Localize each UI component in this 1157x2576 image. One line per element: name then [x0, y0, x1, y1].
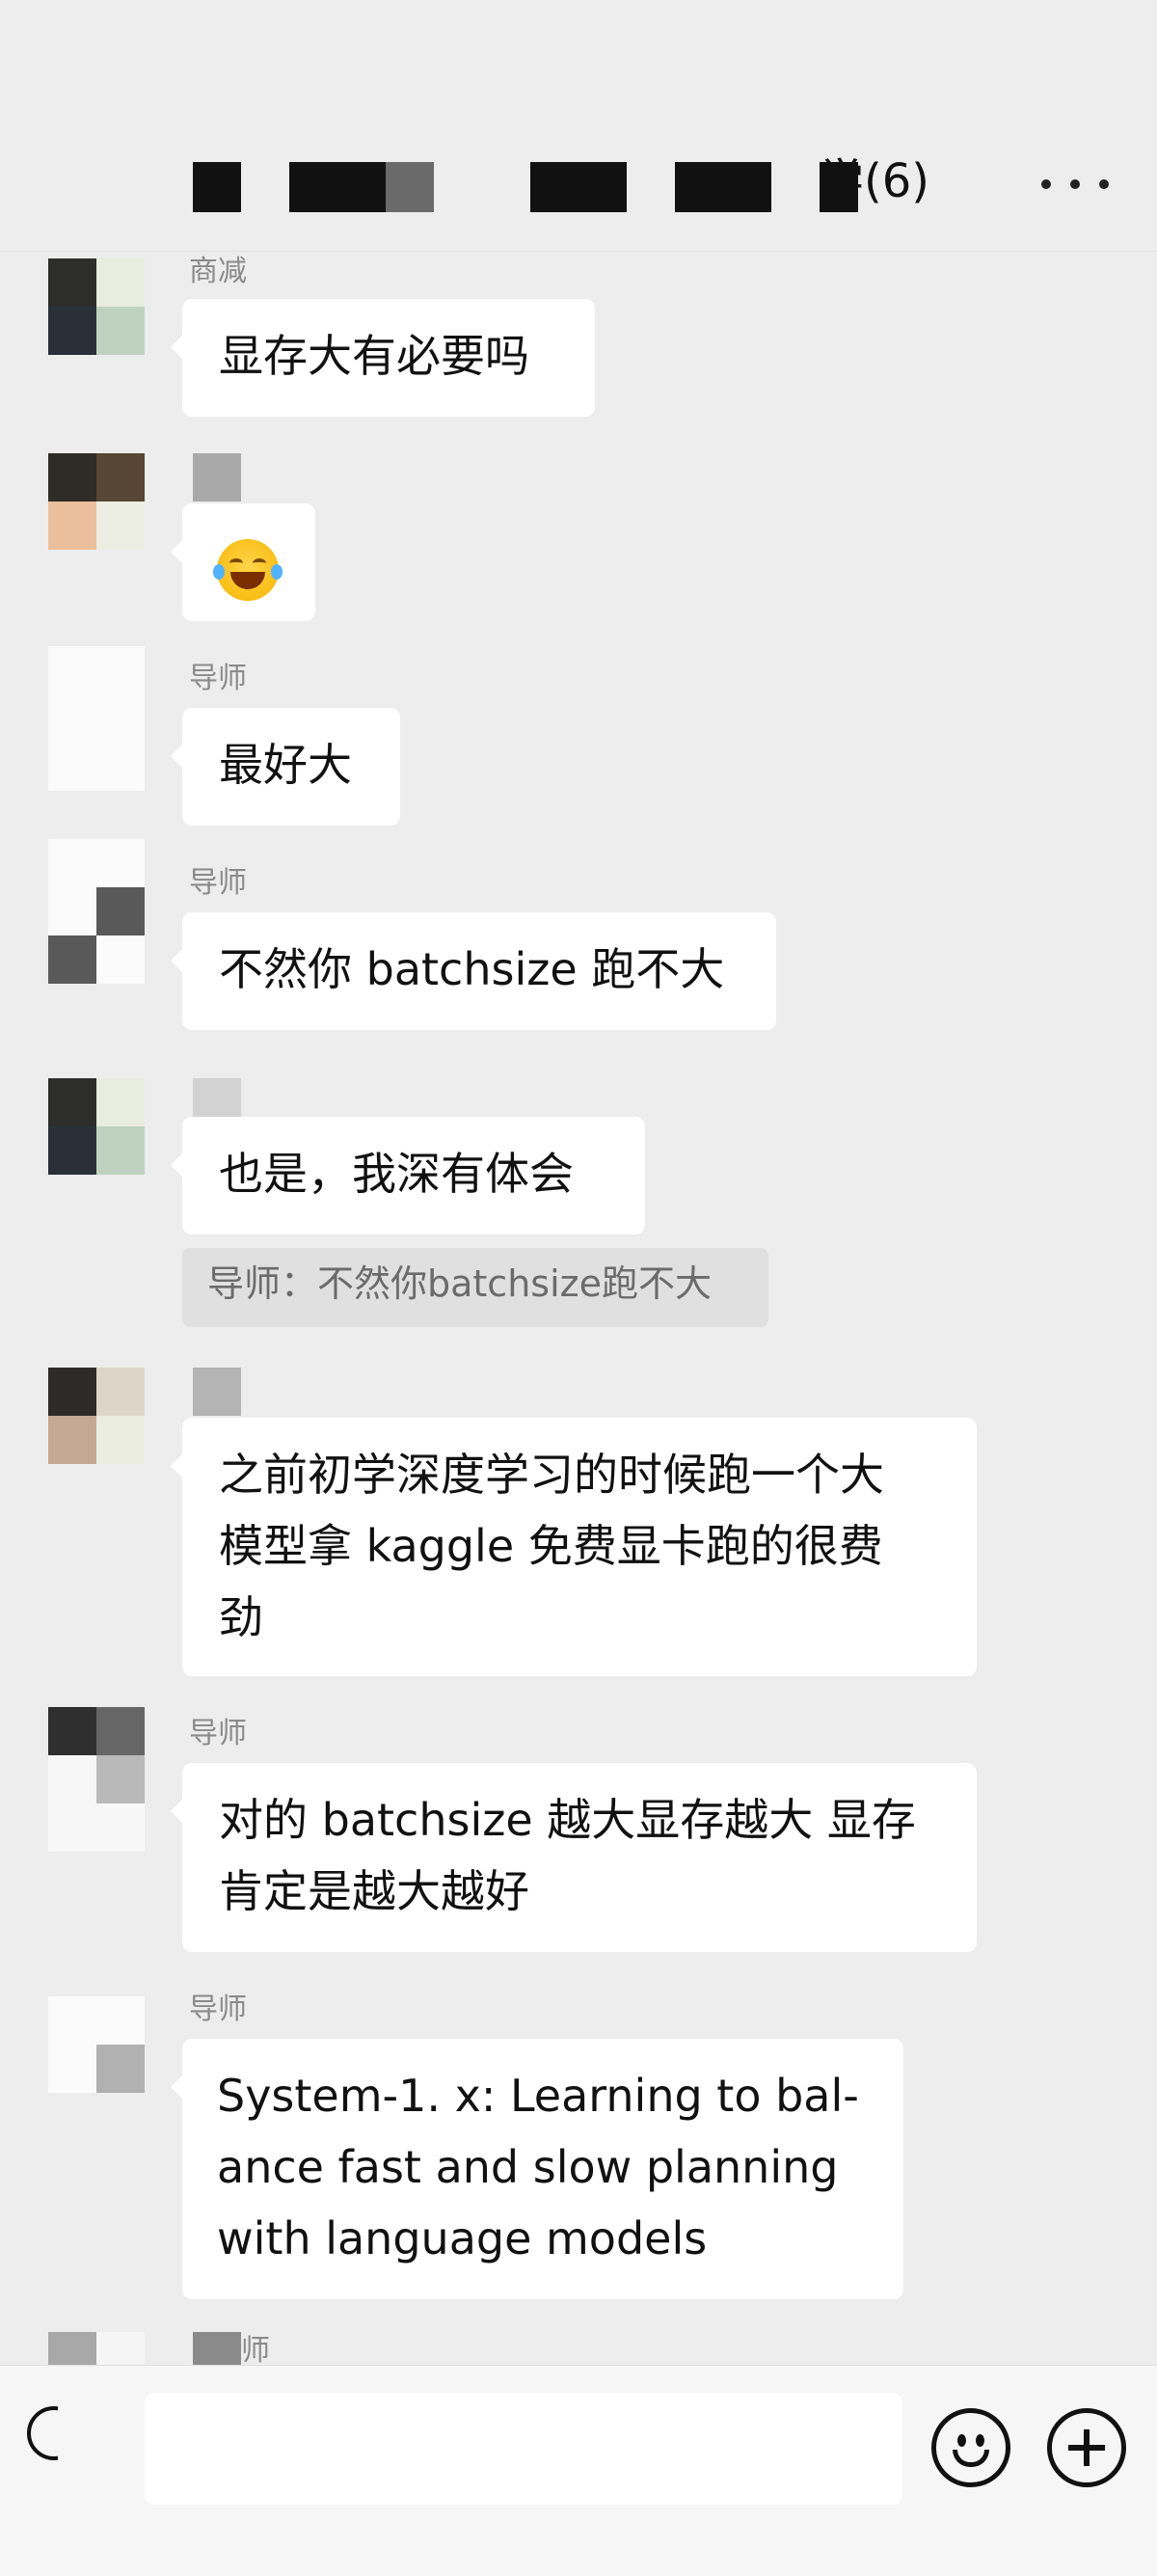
redaction-mask: [58, 2395, 145, 2559]
ellipsis-icon[interactable]: [1041, 160, 1109, 208]
avatar[interactable]: [48, 2332, 145, 2365]
message-line: 模型拿 kaggle 免费显卡跑的很费: [219, 1520, 883, 1572]
sender-name: 师: [241, 2334, 270, 2365]
message-line: 劲: [219, 1591, 263, 1643]
joy-tears-emoji: [213, 538, 283, 601]
message-bubble[interactable]: 最好大: [171, 708, 400, 826]
sender-name: 导师: [189, 1993, 247, 2026]
avatar[interactable]: [48, 839, 145, 984]
redacted-sender-name: [193, 2332, 241, 2365]
sender-name: 商减: [189, 255, 247, 288]
message-bubble[interactable]: [171, 503, 315, 621]
avatar[interactable]: [48, 258, 145, 355]
input-bar: [0, 2365, 1157, 2576]
chat-header: 学(6): [0, 0, 1157, 252]
redacted-title-block: [289, 162, 386, 212]
message-bubble[interactable]: 不然你 batchsize 跑不大: [171, 912, 776, 1030]
sender-name: 导师: [189, 866, 247, 900]
message-bubble[interactable]: 之前初学深度学习的时候跑一个大 模型拿 kaggle 免费显卡跑的很费 劲: [171, 1418, 977, 1676]
avatar[interactable]: [48, 1078, 145, 1175]
avatar[interactable]: [48, 1707, 145, 1852]
redacted-title-block: [675, 162, 771, 212]
emoji-icon[interactable]: [931, 2408, 1010, 2487]
message-line: with language models: [217, 2212, 708, 2264]
message-line: 肯定是越大越好: [219, 1865, 529, 1917]
avatar[interactable]: [48, 646, 145, 791]
message-bubble[interactable]: 也是，我深有体会: [171, 1117, 645, 1234]
sender-name: 导师: [189, 1717, 247, 1750]
message-line: 之前初学深度学习的时候跑一个大: [219, 1449, 884, 1501]
redacted-title-block: [386, 162, 434, 212]
avatar[interactable]: [48, 1996, 145, 2093]
plus-icon[interactable]: [1047, 2408, 1126, 2487]
sender-name: 导师: [189, 662, 247, 695]
quoted-reply[interactable]: 导师：不然你batchsize跑不大: [182, 1248, 768, 1327]
redacted-sender-name: [193, 453, 241, 502]
message-line: System-1. x: Learning to bal-: [217, 2070, 859, 2122]
message-line: 对的 batchsize 越大显存越大 显存: [219, 1794, 916, 1846]
message-line: ance fast and slow planning: [217, 2141, 839, 2193]
redacted-sender-name: [193, 1368, 241, 1416]
message-input[interactable]: [145, 2393, 902, 2505]
message-bubble[interactable]: System-1. x: Learning to bal- ance fast …: [171, 2039, 903, 2299]
message-bubble[interactable]: 对的 batchsize 越大显存越大 显存 肯定是越大越好: [171, 1763, 977, 1952]
message-bubble[interactable]: 显存大有必要吗: [171, 299, 595, 417]
avatar[interactable]: [48, 1368, 145, 1464]
message-text: 最好大: [219, 739, 352, 791]
message-text: 显存大有必要吗: [219, 330, 529, 382]
quote-text: 导师：不然你batchsize跑不大: [207, 1262, 712, 1305]
message-text: 也是，我深有体会: [219, 1148, 574, 1200]
redacted-title-block: [193, 162, 241, 212]
redacted-title-block: [820, 162, 858, 212]
avatar[interactable]: [48, 453, 145, 550]
redacted-title-block: [530, 162, 627, 212]
message-text: 不然你 batchsize 跑不大: [219, 943, 725, 995]
